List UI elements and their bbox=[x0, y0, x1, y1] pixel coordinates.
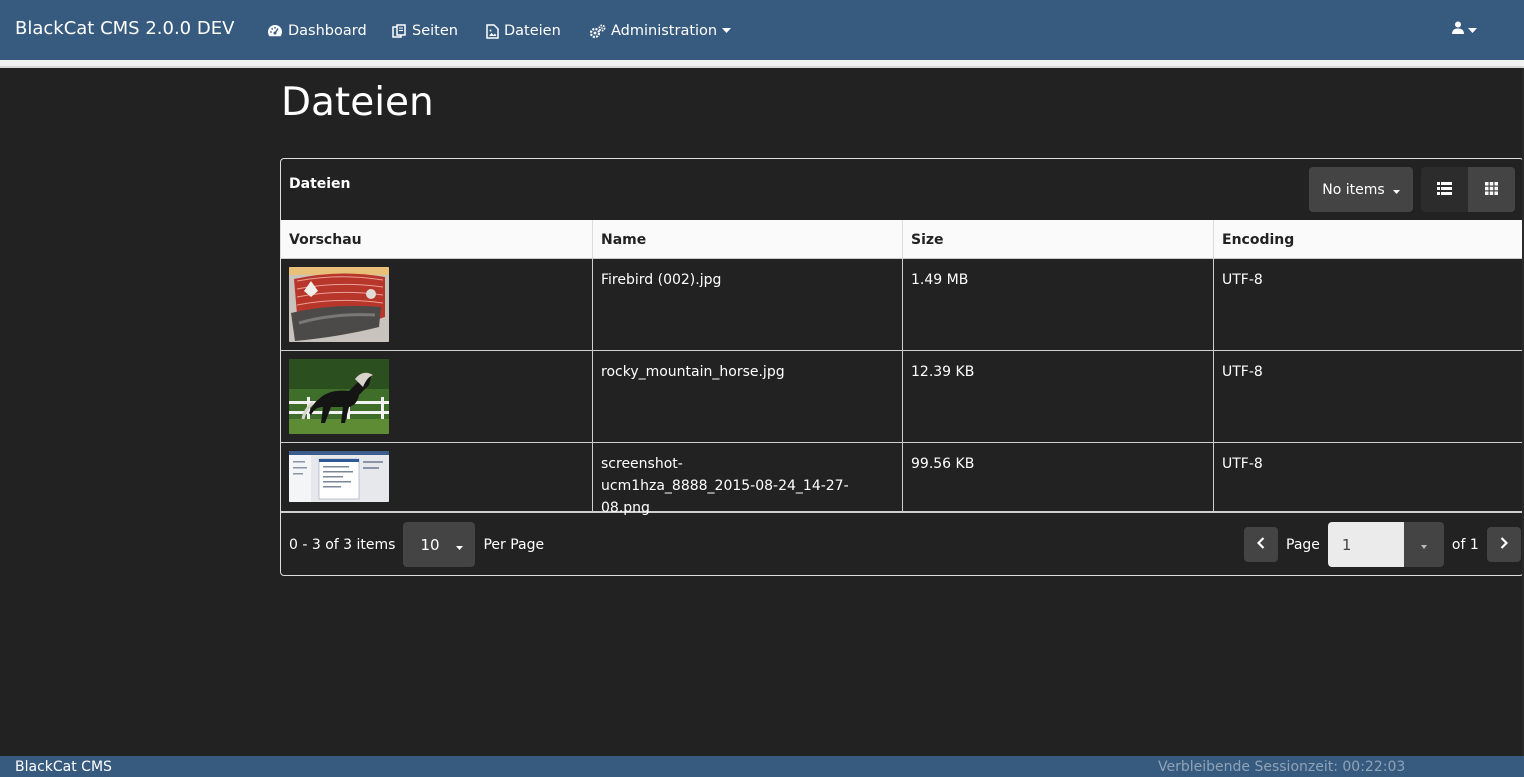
page-dropdown-button[interactable] bbox=[1403, 522, 1444, 567]
pager-left: 0 - 3 of 3 items 10 Per Page bbox=[289, 522, 544, 567]
page-select bbox=[1327, 522, 1444, 567]
next-page-button[interactable] bbox=[1486, 527, 1521, 562]
preview-cell bbox=[281, 351, 592, 442]
file-encoding-cell: UTF-8 bbox=[1213, 351, 1524, 442]
column-header-name[interactable]: Name bbox=[592, 220, 902, 258]
navbar-divider-shadow bbox=[0, 66, 1524, 68]
page-count-label: of 1 bbox=[1451, 536, 1479, 553]
nav-administration-label: Administration bbox=[611, 23, 718, 39]
dashboard-icon bbox=[267, 24, 283, 38]
chevron-right-icon bbox=[1500, 536, 1508, 553]
column-header-size[interactable]: Size bbox=[902, 220, 1213, 258]
table-header: Vorschau Name Size Encoding bbox=[281, 220, 1524, 259]
top-navbar: BlackCat CMS 2.0.0 DEV Dashboard Seiten … bbox=[0, 0, 1524, 60]
per-page-select[interactable]: 10 bbox=[403, 522, 476, 567]
status-bar: BlackCat CMS Verbleibende Sessionzeit: 0… bbox=[0, 756, 1524, 777]
file-image-icon bbox=[486, 23, 499, 39]
caret-down-icon bbox=[722, 28, 732, 34]
screenshot-thumbnail[interactable] bbox=[289, 451, 389, 502]
files-panel: Dateien No items Vorschau Name Size Enco… bbox=[280, 158, 1524, 576]
column-header-vorschau[interactable]: Vorschau bbox=[281, 220, 592, 258]
user-icon bbox=[1452, 19, 1464, 38]
footer-brand: BlackCat CMS bbox=[15, 759, 112, 775]
list-view-button[interactable] bbox=[1421, 167, 1468, 212]
file-size-cell: 99.56 KB bbox=[902, 443, 1213, 511]
file-name-cell[interactable]: screenshot- ucm1hza_8888_2015-08-24_14-2… bbox=[592, 443, 902, 516]
file-size-cell: 1.49 MB bbox=[902, 259, 1213, 350]
nav-administration[interactable]: Administration bbox=[589, 21, 732, 41]
session-timer: Verbleibende Sessionzeit: 00:22:03 bbox=[1158, 759, 1406, 775]
cogs-icon bbox=[589, 24, 606, 39]
pages-icon bbox=[392, 23, 407, 39]
file-size-cell: 12.39 KB bbox=[902, 351, 1213, 442]
no-items-dropdown-button[interactable]: No items bbox=[1309, 167, 1413, 212]
nav-seiten-label: Seiten bbox=[412, 23, 458, 39]
preview-cell bbox=[281, 443, 592, 511]
per-page-value: 10 bbox=[420, 535, 440, 554]
caret-down-icon bbox=[1392, 182, 1400, 198]
brand-title[interactable]: BlackCat CMS 2.0.0 DEV bbox=[15, 18, 234, 39]
preview-cell bbox=[281, 259, 592, 350]
chevron-left-icon bbox=[1256, 536, 1265, 553]
user-menu-button[interactable] bbox=[1452, 18, 1477, 38]
caret-down-icon bbox=[456, 536, 464, 554]
table-row[interactable]: rocky_mountain_horse.jpg 12.39 KB UTF-8 bbox=[281, 351, 1524, 443]
per-page-label: Per Page bbox=[483, 536, 545, 553]
file-encoding-cell: UTF-8 bbox=[1213, 443, 1524, 511]
file-name-cell[interactable]: Firebird (002).jpg bbox=[592, 259, 902, 350]
file-name-line2: ucm1hza_8888_2015-08-24_14-27-08.png bbox=[601, 478, 849, 516]
page-title: Dateien bbox=[281, 80, 434, 125]
column-header-encoding[interactable]: Encoding bbox=[1213, 220, 1524, 258]
pager-right: Page of 1 bbox=[1244, 522, 1521, 567]
nav-dateien[interactable]: Dateien bbox=[486, 21, 561, 41]
list-icon bbox=[1437, 180, 1452, 199]
nav-dashboard[interactable]: Dashboard bbox=[267, 21, 367, 41]
file-name-cell[interactable]: rocky_mountain_horse.jpg bbox=[592, 351, 902, 442]
caret-down-icon bbox=[1468, 19, 1477, 38]
nav-seiten[interactable]: Seiten bbox=[392, 21, 458, 41]
page-label: Page bbox=[1286, 536, 1320, 553]
files-table: Vorschau Name Size Encoding Firebird (00… bbox=[281, 220, 1524, 516]
file-encoding-cell: UTF-8 bbox=[1213, 259, 1524, 350]
page-number-input[interactable] bbox=[1327, 522, 1404, 567]
grid-view-button[interactable] bbox=[1468, 167, 1515, 212]
previous-page-button[interactable] bbox=[1244, 527, 1278, 562]
firebird-thumbnail[interactable] bbox=[289, 267, 389, 342]
table-row[interactable]: screenshot- ucm1hza_8888_2015-08-24_14-2… bbox=[281, 443, 1524, 516]
nav-dateien-label: Dateien bbox=[504, 23, 561, 39]
table-row[interactable]: Firebird (002).jpg 1.49 MB UTF-8 bbox=[281, 259, 1524, 351]
grid-icon bbox=[1485, 180, 1498, 199]
file-name-line1: screenshot- bbox=[601, 456, 683, 472]
nav-dashboard-label: Dashboard bbox=[288, 23, 367, 39]
no-items-label: No items bbox=[1322, 181, 1385, 198]
caret-down-icon bbox=[1420, 537, 1427, 553]
horse-thumbnail[interactable] bbox=[289, 359, 389, 434]
panel-title: Dateien bbox=[289, 176, 351, 192]
items-summary: 0 - 3 of 3 items bbox=[289, 536, 396, 553]
